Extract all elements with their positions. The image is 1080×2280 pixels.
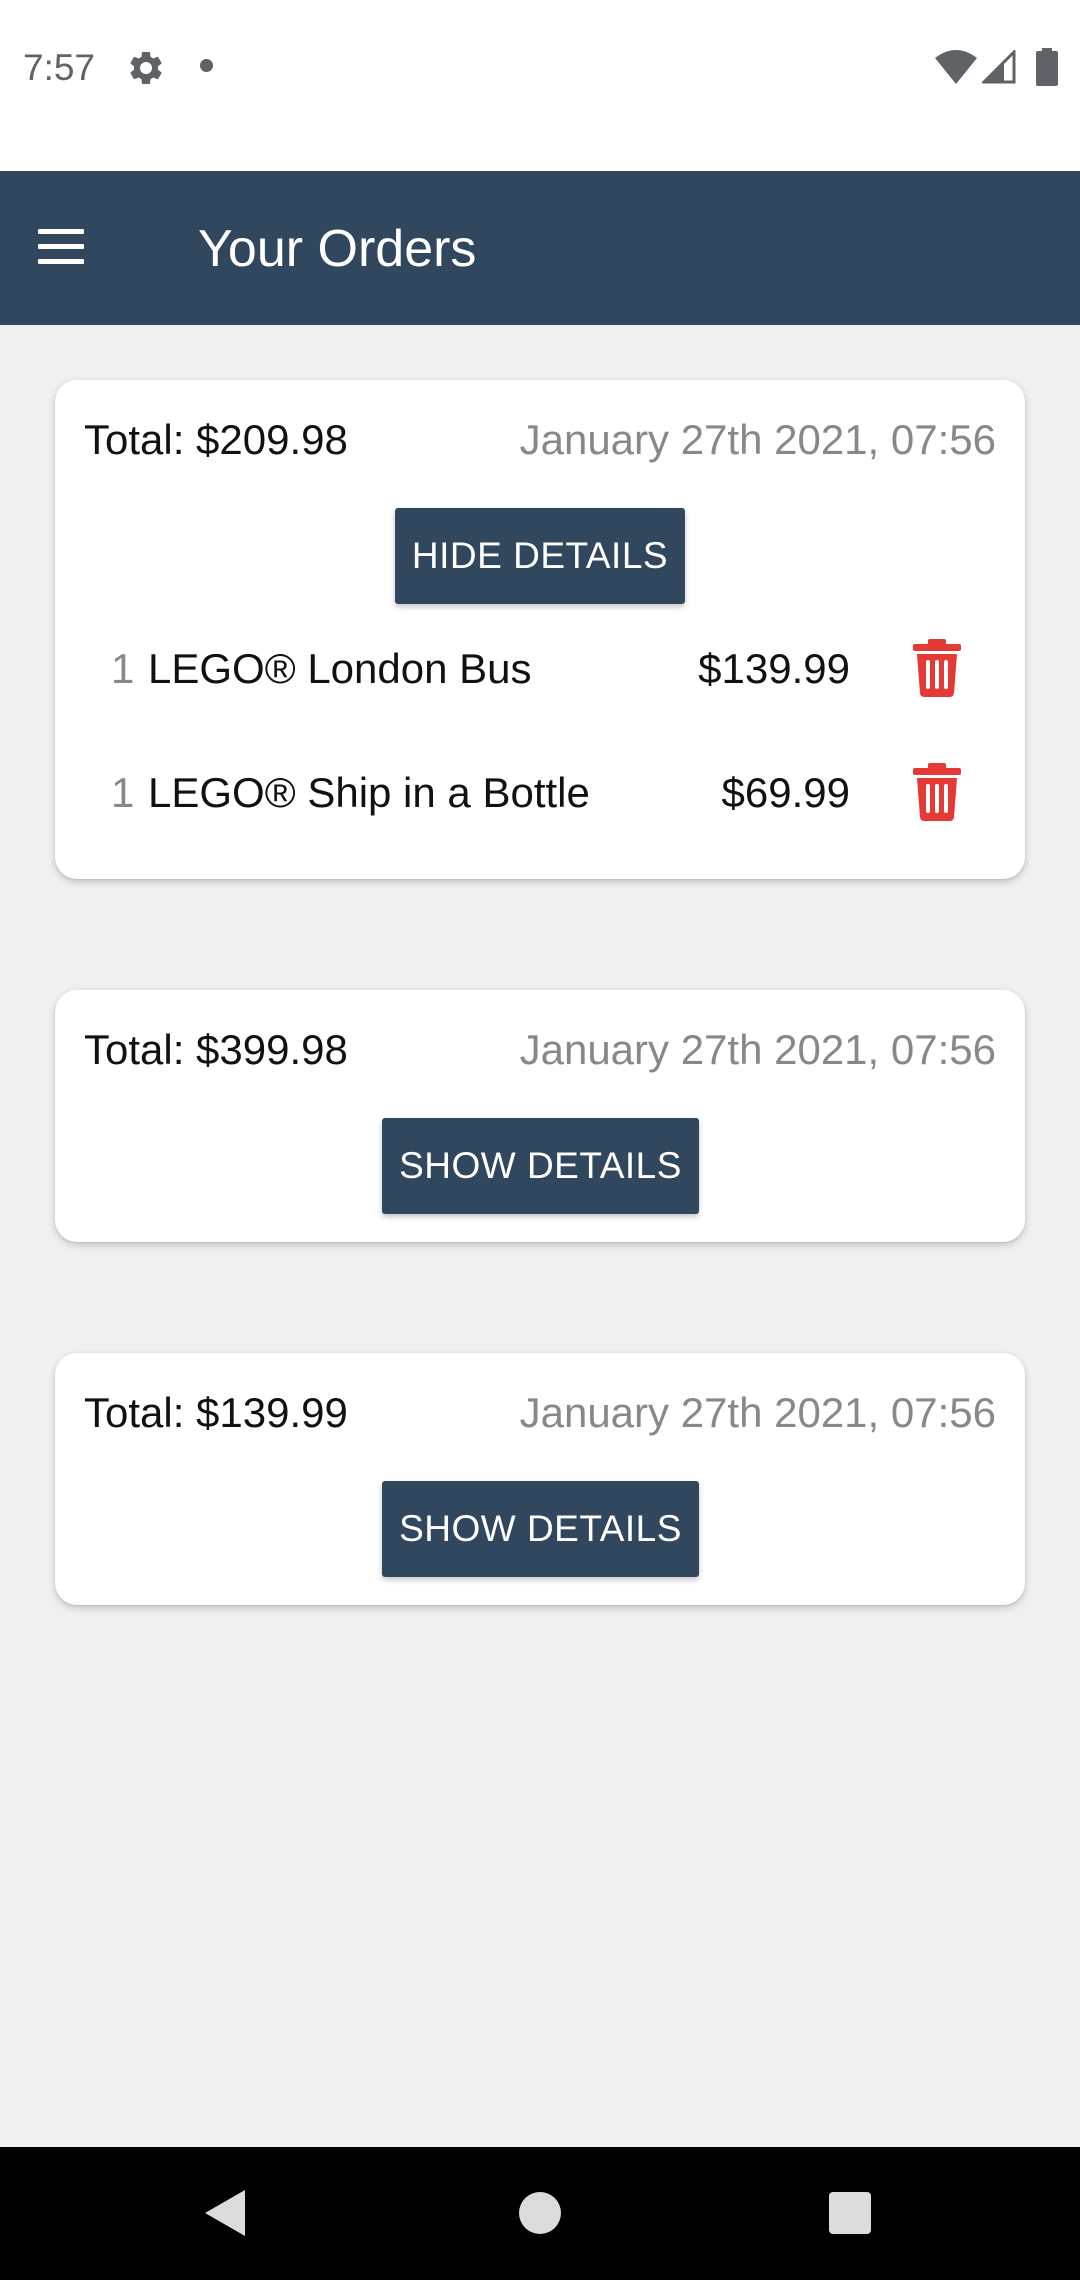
status-bar: 7:57 — [0, 0, 1080, 171]
order-total: Total: $209.98 — [84, 416, 348, 463]
item-price: $69.99 — [721, 769, 850, 816]
order-card: Total: $139.99 January 27th 2021, 07:56 … — [55, 1353, 1025, 1605]
hamburger-menu-icon[interactable] — [38, 227, 84, 267]
item-price: $139.99 — [698, 645, 850, 692]
status-time: 7:57 — [23, 47, 96, 88]
gear-icon — [130, 51, 162, 84]
show-details-button[interactable]: SHOW DETAILS — [382, 1481, 699, 1577]
wifi-icon — [935, 50, 977, 84]
item-name: LEGO® Ship in a Bottle — [148, 769, 590, 816]
order-date: January 27th 2021, 07:56 — [519, 1389, 996, 1436]
order-total: Total: $399.98 — [84, 1026, 348, 1073]
order-card: Total: $209.98 January 27th 2021, 07:56 … — [55, 380, 1025, 879]
app-bar: Your Orders — [0, 171, 1080, 325]
trash-icon[interactable] — [913, 763, 961, 821]
navigation-bar — [0, 2147, 1080, 2280]
signal-icon — [982, 50, 1016, 84]
recents-icon[interactable] — [829, 2192, 871, 2234]
item-name: LEGO® London Bus — [148, 645, 532, 692]
order-item: 1 LEGO® London Bus $139.99 — [55, 629, 1025, 709]
order-card: Total: $399.98 January 27th 2021, 07:56 … — [55, 990, 1025, 1242]
order-item: 1 LEGO® Ship in a Bottle $69.99 — [55, 753, 1025, 833]
item-quantity: 1 — [111, 645, 135, 692]
item-quantity: 1 — [111, 769, 135, 816]
order-date: January 27th 2021, 07:56 — [519, 1026, 996, 1073]
trash-icon[interactable] — [913, 639, 961, 697]
page-title: Your Orders — [198, 220, 477, 278]
back-icon[interactable] — [205, 2190, 245, 2236]
notification-dot-icon — [200, 59, 213, 72]
home-icon[interactable] — [519, 2192, 561, 2234]
hide-details-button[interactable]: HIDE DETAILS — [395, 508, 685, 604]
show-details-button[interactable]: SHOW DETAILS — [382, 1118, 699, 1214]
order-date: January 27th 2021, 07:56 — [519, 416, 996, 463]
battery-icon — [1036, 48, 1058, 86]
order-total: Total: $139.99 — [84, 1389, 348, 1436]
